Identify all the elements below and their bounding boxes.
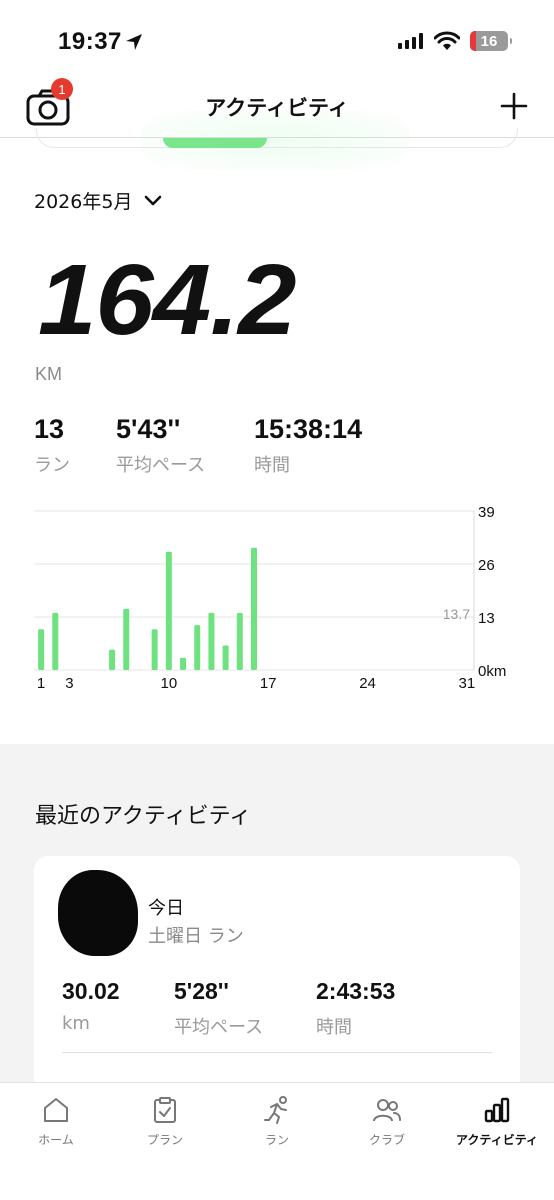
recent-title: 最近のアクティビティ: [35, 804, 252, 829]
x-tick-label: 31: [459, 675, 476, 692]
chart-bar: [52, 612, 59, 670]
tab-plan[interactable]: プラン: [110, 1095, 220, 1148]
segmented-control-indicator: [163, 138, 267, 148]
page-title: アクティビティ: [205, 96, 349, 120]
x-tick-label: 10: [160, 675, 177, 692]
chart-bar: [236, 612, 243, 670]
activity-pace: 5'28'' 平均ペース: [174, 978, 263, 1039]
tab-run[interactable]: ラン: [222, 1095, 332, 1148]
battery-level: 16: [480, 32, 498, 50]
month-selector[interactable]: 2026年5月: [34, 187, 162, 214]
chart-bar: [123, 608, 130, 670]
activity-subtitle: 土曜日 ラン: [148, 926, 244, 947]
segmented-control[interactable]: [36, 128, 518, 148]
chart-bar: [251, 547, 257, 670]
x-tick-label: 3: [65, 675, 73, 692]
monthly-distance-chart: 0km13263913.71 3 10 17 24 31: [34, 504, 506, 692]
chart-bar: [109, 649, 116, 670]
tab-label: ラン: [264, 1133, 289, 1147]
distance-unit: KM: [35, 364, 62, 384]
stat-label: ラン: [34, 455, 70, 476]
x-tick-label: 17: [260, 675, 277, 692]
stat-label: 平均ペース: [174, 1017, 264, 1038]
stat-value: 5'43'': [116, 414, 181, 444]
stat-avg-pace: 5'43'' 平均ペース: [116, 414, 205, 477]
tab-club[interactable]: クラブ: [332, 1095, 442, 1148]
cellular-signal-icon: [398, 33, 423, 49]
location-arrow-icon: [126, 34, 142, 50]
tab-label: クラブ: [368, 1133, 405, 1147]
stat-label: 平均ペース: [116, 455, 206, 476]
month-label: 2026年5月: [34, 191, 133, 213]
chart-bar: [180, 657, 187, 670]
battery-icon: 16: [470, 31, 512, 51]
tab-home[interactable]: ホーム: [1, 1095, 111, 1148]
chart-bar: [151, 629, 158, 670]
x-tick-label: 24: [359, 675, 376, 692]
activity-date: 今日: [148, 898, 184, 919]
stat-value: 30.02: [62, 978, 120, 1004]
status-bar: 19:37 16: [0, 0, 554, 80]
stat-value: 5'28'': [174, 978, 229, 1004]
wifi-icon: [434, 31, 460, 50]
chart-bar: [222, 645, 229, 670]
stat-label: 時間: [254, 455, 290, 476]
y-tick-label: 0km: [478, 663, 506, 680]
y-tick-label: 39: [478, 504, 495, 521]
stat-runs: 13 ラン: [34, 414, 70, 477]
tab-label: アクティビティ: [456, 1133, 538, 1147]
tab-label: ホーム: [38, 1133, 74, 1147]
activity-icon: [484, 1097, 510, 1123]
tab-bar: ホーム プラン ラン クラブ アクティビティ: [0, 1082, 554, 1200]
stat-time: 15:38:14 時間: [254, 414, 362, 477]
chevron-down-icon: [145, 195, 162, 205]
plan-icon: [154, 1097, 176, 1123]
club-icon: [373, 1099, 401, 1122]
activity-card[interactable]: 今日 土曜日 ラン 30.02 km 5'28'' 平均ペース 2:43:53 …: [34, 856, 520, 1096]
tab-activity[interactable]: アクティビティ: [442, 1095, 552, 1148]
activity-time: 2:43:53 時間: [316, 978, 395, 1039]
y-tick-label: 13: [478, 610, 495, 627]
stat-value: 2:43:53: [316, 978, 396, 1004]
stat-label: 時間: [316, 1017, 352, 1038]
y-tick-label: 26: [478, 557, 495, 574]
run-icon: [264, 1096, 287, 1124]
status-time: 19:37: [58, 28, 122, 55]
stat-value: 15:38:14: [254, 414, 363, 444]
chart-bar: [194, 625, 201, 670]
tab-label: プラン: [146, 1133, 183, 1147]
total-distance: 164.2: [38, 244, 297, 356]
x-tick-label: 1: [37, 675, 45, 692]
add-icon[interactable]: [500, 92, 528, 120]
chart-bar: [208, 612, 215, 670]
average-label: 13.7: [443, 606, 470, 622]
avatar: [58, 870, 138, 956]
stat-label: km: [62, 1013, 90, 1034]
chart-bar: [165, 551, 172, 670]
card-divider: [62, 1052, 492, 1053]
chart-bar: [38, 629, 45, 670]
home-icon: [44, 1098, 68, 1122]
activity-distance: 30.02 km: [62, 978, 120, 1034]
stat-value: 13: [34, 414, 65, 444]
